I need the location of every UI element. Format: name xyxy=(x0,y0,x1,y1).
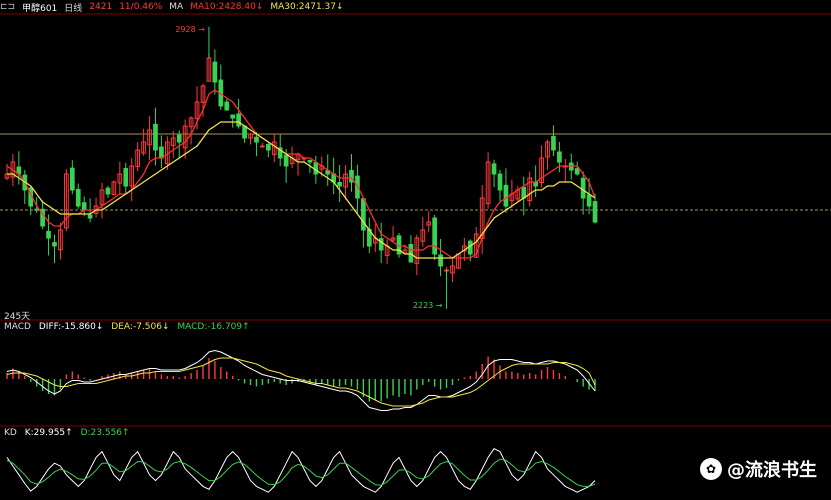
candle-body xyxy=(265,144,271,151)
kd-title[interactable]: KD xyxy=(4,428,17,438)
ma10-line xyxy=(6,89,596,259)
candle-body xyxy=(497,173,503,191)
macd-dea-line xyxy=(6,357,596,407)
candle-body xyxy=(75,188,81,207)
candle-body xyxy=(254,136,259,143)
candle-body xyxy=(123,168,129,187)
candle-body xyxy=(432,217,437,255)
candle-body xyxy=(551,135,556,151)
candle-body xyxy=(557,151,562,163)
candle-body xyxy=(236,113,241,127)
candle-body xyxy=(81,202,87,211)
candle-body xyxy=(224,101,230,111)
ma-label[interactable]: MA xyxy=(169,2,183,12)
ma10-value: MA10:2428.40↓ xyxy=(190,2,264,12)
paw-icon: ✿ xyxy=(700,458,722,480)
symbol-label[interactable]: 甲醇601 xyxy=(22,1,57,14)
candle-body xyxy=(105,187,111,195)
kd-k-value: K:29.955↑ xyxy=(24,428,73,438)
candle-body xyxy=(153,123,158,151)
candle-body xyxy=(503,184,509,207)
price-change: 11/0.46% xyxy=(119,2,163,12)
candle-body xyxy=(592,201,598,223)
high-price-label: 2928 → xyxy=(175,25,205,34)
candle-body xyxy=(176,134,182,143)
candle-body xyxy=(283,154,289,167)
macd-hist-value: MACD:-16.709↑ xyxy=(177,322,250,332)
last-price: 2421 xyxy=(89,2,113,12)
ma30-value: MA30:2471.37↓ xyxy=(270,2,344,12)
watermark-text: @流浪书生 xyxy=(727,460,817,481)
macd-diff-line xyxy=(6,349,596,411)
candle-body xyxy=(491,163,497,175)
days-label: 245天 xyxy=(4,312,31,322)
candle-body xyxy=(212,61,218,83)
futures-chart-canvas: 2928 → 2223 → xyxy=(0,13,831,493)
window-toggle-icon[interactable]: ⊏⊐ xyxy=(0,2,15,12)
candle-body xyxy=(586,194,592,207)
kd-header: KD K:29.955↑ D:23.556↑ xyxy=(4,428,135,438)
macd-title[interactable]: MACD xyxy=(4,322,31,332)
candle-body xyxy=(34,208,40,211)
chart-header: ⊏⊐ 甲醇601 日线 2421 11/0.46% MA MA10:2428.4… xyxy=(0,0,351,14)
candle-body xyxy=(337,181,342,187)
candle-body xyxy=(46,230,51,239)
candle-body xyxy=(580,177,586,199)
candle-body xyxy=(52,242,57,247)
candle-body xyxy=(533,181,538,187)
candlestick-panel: 2928 → 2223 → xyxy=(0,25,831,310)
candle-body xyxy=(260,145,265,148)
period-label[interactable]: 日线 xyxy=(64,1,82,14)
macd-diff-value: DIFF:-15.860↓ xyxy=(38,322,104,332)
candle-body xyxy=(574,168,580,175)
watermark: ✿ @流浪书生 xyxy=(700,456,817,482)
macd-dea-value: DEA:-7.506↓ xyxy=(111,322,170,332)
candle-body xyxy=(87,214,93,219)
macd-panel xyxy=(6,349,596,411)
candle-body xyxy=(242,125,247,139)
candle-body xyxy=(438,254,443,267)
candle-body xyxy=(69,167,75,191)
macd-header: MACD DIFF:-15.860↓ DEA:-7.506↓ MACD:-16.… xyxy=(4,322,255,332)
candle-body xyxy=(408,243,414,263)
kd-d-value: D:23.556↑ xyxy=(80,428,130,438)
candle-body xyxy=(230,114,236,119)
candle-body xyxy=(361,198,366,231)
kd-panel xyxy=(6,448,596,493)
low-price-label: 2223 → xyxy=(413,301,443,310)
candle-body xyxy=(307,159,313,163)
